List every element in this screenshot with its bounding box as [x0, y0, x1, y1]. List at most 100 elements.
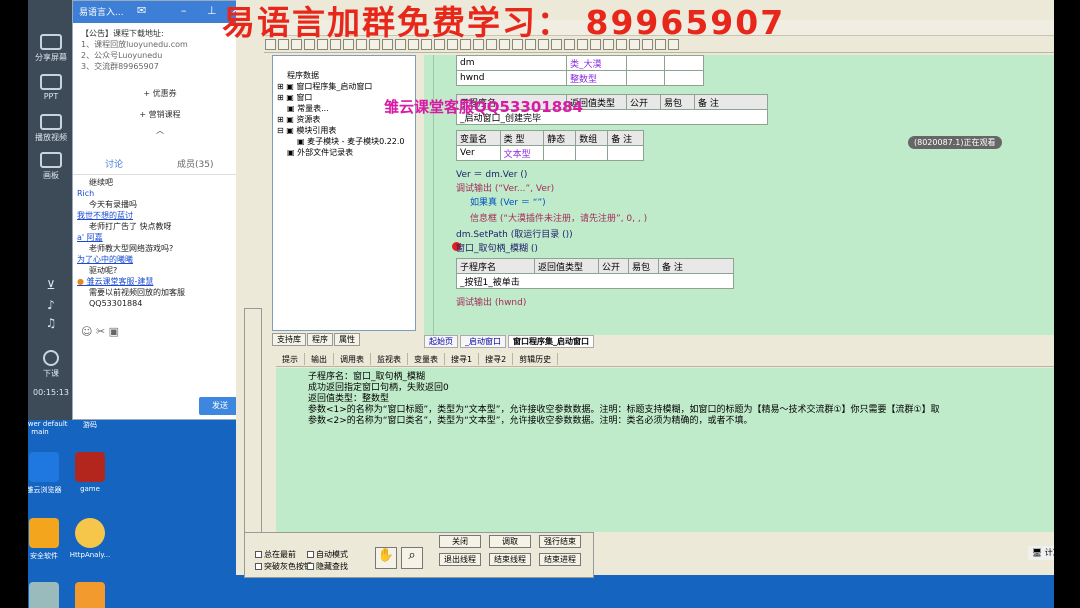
search-icon[interactable]: ⌕	[401, 547, 423, 569]
httpanalyzer-icon	[75, 518, 105, 548]
local-var-table: 变量名类 型静态 数组备 注 Ver 文本型	[456, 130, 644, 161]
video-label: 播放视频	[35, 133, 67, 142]
desktop-icon-httpanalyzer[interactable]: HttpAnaly...	[60, 518, 120, 559]
desktop-icon-label: 安全软件	[30, 552, 58, 560]
hand-icon[interactable]: ✋	[375, 547, 397, 569]
tree-item-label: 麦子模块 - 麦子模块0.22.0	[307, 137, 405, 146]
timer: 00:15:13	[33, 388, 69, 397]
empty-cell	[664, 55, 704, 71]
video-button[interactable]: 播放视频	[30, 114, 72, 143]
taskbar-computer[interactable]: 🖥 计算机	[1028, 546, 1054, 560]
col-header: 返回值类型	[534, 258, 599, 274]
tree-item[interactable]: ⊟ ▣ 模块引用表	[277, 125, 336, 136]
minimize-icon[interactable]: –	[181, 4, 187, 17]
tab-window-assembly[interactable]: 窗口程序集_启动窗口	[508, 335, 594, 348]
computer-icon	[29, 582, 59, 608]
ppt-button[interactable]: PPT	[30, 74, 72, 101]
message: 驱动呢?	[89, 266, 118, 275]
col-header: 备 注	[607, 130, 644, 146]
col-header: 数组	[575, 130, 609, 146]
fetch-button[interactable]: 调取	[489, 535, 531, 548]
antenna-icon[interactable]: ⊻	[30, 278, 72, 292]
notice-title: 【公告】	[81, 29, 113, 38]
pin-icon[interactable]: ⊥	[207, 4, 217, 17]
tree-item[interactable]: ⊞ ▣ 资源表	[277, 114, 320, 125]
marketing-label: 营销课程	[148, 110, 181, 119]
col-header: 易包	[628, 258, 659, 274]
force-end-button[interactable]: 强行结束	[539, 535, 581, 548]
close-tool-button[interactable]: 关闭	[439, 535, 481, 548]
shield-icon	[29, 518, 59, 548]
tab-call-table[interactable]: 调用表	[334, 353, 371, 365]
col-header: 备 注	[658, 258, 734, 274]
col-header: 公开	[598, 258, 629, 274]
music-icon[interactable]: ♫	[30, 316, 72, 330]
tab-properties[interactable]: 属性	[334, 333, 360, 346]
code-line: 调试输出 (“Ver...”, Ver)	[456, 184, 555, 194]
end-class-label: 下课	[43, 369, 59, 378]
board-button[interactable]: 画板	[30, 152, 72, 181]
tab-watch-table[interactable]: 监视表	[371, 353, 408, 365]
taskbar-label: 计算机	[1044, 548, 1054, 557]
desktop-icon-app[interactable]	[60, 582, 120, 608]
send-button[interactable]: 发送	[199, 397, 241, 415]
tab-program[interactable]: 程序	[307, 333, 333, 346]
speaker-icon[interactable]: ♪	[30, 298, 72, 312]
tab-clip-history[interactable]: 剪辑历史	[513, 353, 559, 365]
end-class-button[interactable]: 下课	[30, 350, 72, 379]
tab-start-page[interactable]: 起始页	[424, 335, 458, 348]
tab-start-window[interactable]: _启动窗口	[460, 335, 506, 348]
tree-item[interactable]: ▣ 麦子模块 - 麦子模块0.22.0	[297, 136, 405, 147]
tree-item-label: 窗口程序集_启动窗口	[296, 82, 373, 91]
marketing-button[interactable]: + 营销课程	[73, 104, 247, 125]
code-line: 调试输出 (hwnd)	[456, 298, 527, 308]
tree-item[interactable]: 程序数据	[287, 70, 319, 81]
checkbox-hide-find[interactable]: 隐藏查找	[307, 561, 348, 572]
tab-output[interactable]: 输出	[305, 353, 334, 365]
tab-tips[interactable]: 提示	[276, 353, 305, 365]
collapse-icon[interactable]: ︿	[73, 125, 247, 136]
message-user: 我世不想的蓝讨	[77, 211, 133, 220]
end-thread-button[interactable]: 结束线程	[489, 553, 531, 566]
desktop-icon-label: HttpAnaly...	[69, 551, 111, 559]
tree-item[interactable]: ▣ 外部文件记录表	[287, 147, 353, 158]
chat-tabs: 讨论 成员(35)	[73, 151, 247, 175]
empty-cell	[543, 145, 577, 161]
message-user-name: 雏云课堂客服-建慧	[86, 277, 154, 286]
share-icon[interactable]: ✉	[137, 4, 146, 17]
tab-var-table[interactable]: 变量表	[408, 353, 445, 365]
code-line: 信息框 (“大漠插件未注册，请先注册”, 0, , )	[470, 214, 648, 224]
tab-support-lib[interactable]: 支持库	[272, 333, 306, 346]
tab-search2[interactable]: 搜寻2	[479, 353, 514, 365]
desktop-icon-code[interactable]: 游码	[60, 420, 120, 430]
browser-icon	[29, 452, 59, 482]
output-line: 参数<1>的名称为“窗口标题”，类型为“文本型”，允许接收空参数数据。注明：标题…	[308, 405, 940, 415]
message-user: 为了心中的曦曦	[77, 255, 133, 264]
message: 需要以前视频回放的加客服	[89, 288, 185, 297]
live-toolbar: 分享屏幕 PPT 播放视频 画板 ⊻ ♪ ♫ 下课 00:15:13	[28, 0, 72, 420]
output-line: 返回值类型：整数型	[308, 394, 390, 404]
coupon-button[interactable]: + 优惠券	[73, 83, 247, 104]
game-icon	[75, 452, 105, 482]
output-tabs: 提示 输出 调用表 监视表 变量表 搜寻1 搜寻2 剪辑历史	[276, 353, 1054, 367]
message: 今天有录播吗	[89, 200, 137, 209]
share-screen-button[interactable]: 分享屏幕	[30, 34, 72, 63]
tab-members[interactable]: 成员(35)	[177, 157, 213, 170]
col-header: 备 注	[694, 94, 768, 110]
exit-thread-button[interactable]: 退出线程	[439, 553, 481, 566]
tree-item[interactable]: ▣ 常量表...	[287, 103, 329, 114]
tree-item[interactable]: ⊞ ▣ 窗口	[277, 92, 312, 103]
code-line: dm.SetPath (取运行目录 ())	[456, 230, 573, 240]
end-process-button[interactable]: 结束进程	[539, 553, 581, 566]
checkbox-box	[255, 563, 262, 570]
output-line: 子程序名：窗口_取句柄_模糊	[308, 372, 426, 382]
checkbox-auto-mode[interactable]: 自动模式	[307, 549, 348, 560]
desktop-icon-game[interactable]: game	[60, 452, 120, 493]
tab-discuss[interactable]: 讨论	[105, 157, 123, 170]
emoji-icon[interactable]: ☺ ✂ ▣	[81, 325, 119, 338]
checkbox-always-top[interactable]: 总在最前	[255, 549, 296, 560]
tree-item[interactable]: ⊞ ▣ 窗口程序集_启动窗口	[277, 81, 372, 92]
checkbox-break-gray[interactable]: 突破灰色按钮	[255, 561, 312, 572]
col-header: 易包	[660, 94, 695, 110]
tab-search1[interactable]: 搜寻1	[445, 353, 480, 365]
